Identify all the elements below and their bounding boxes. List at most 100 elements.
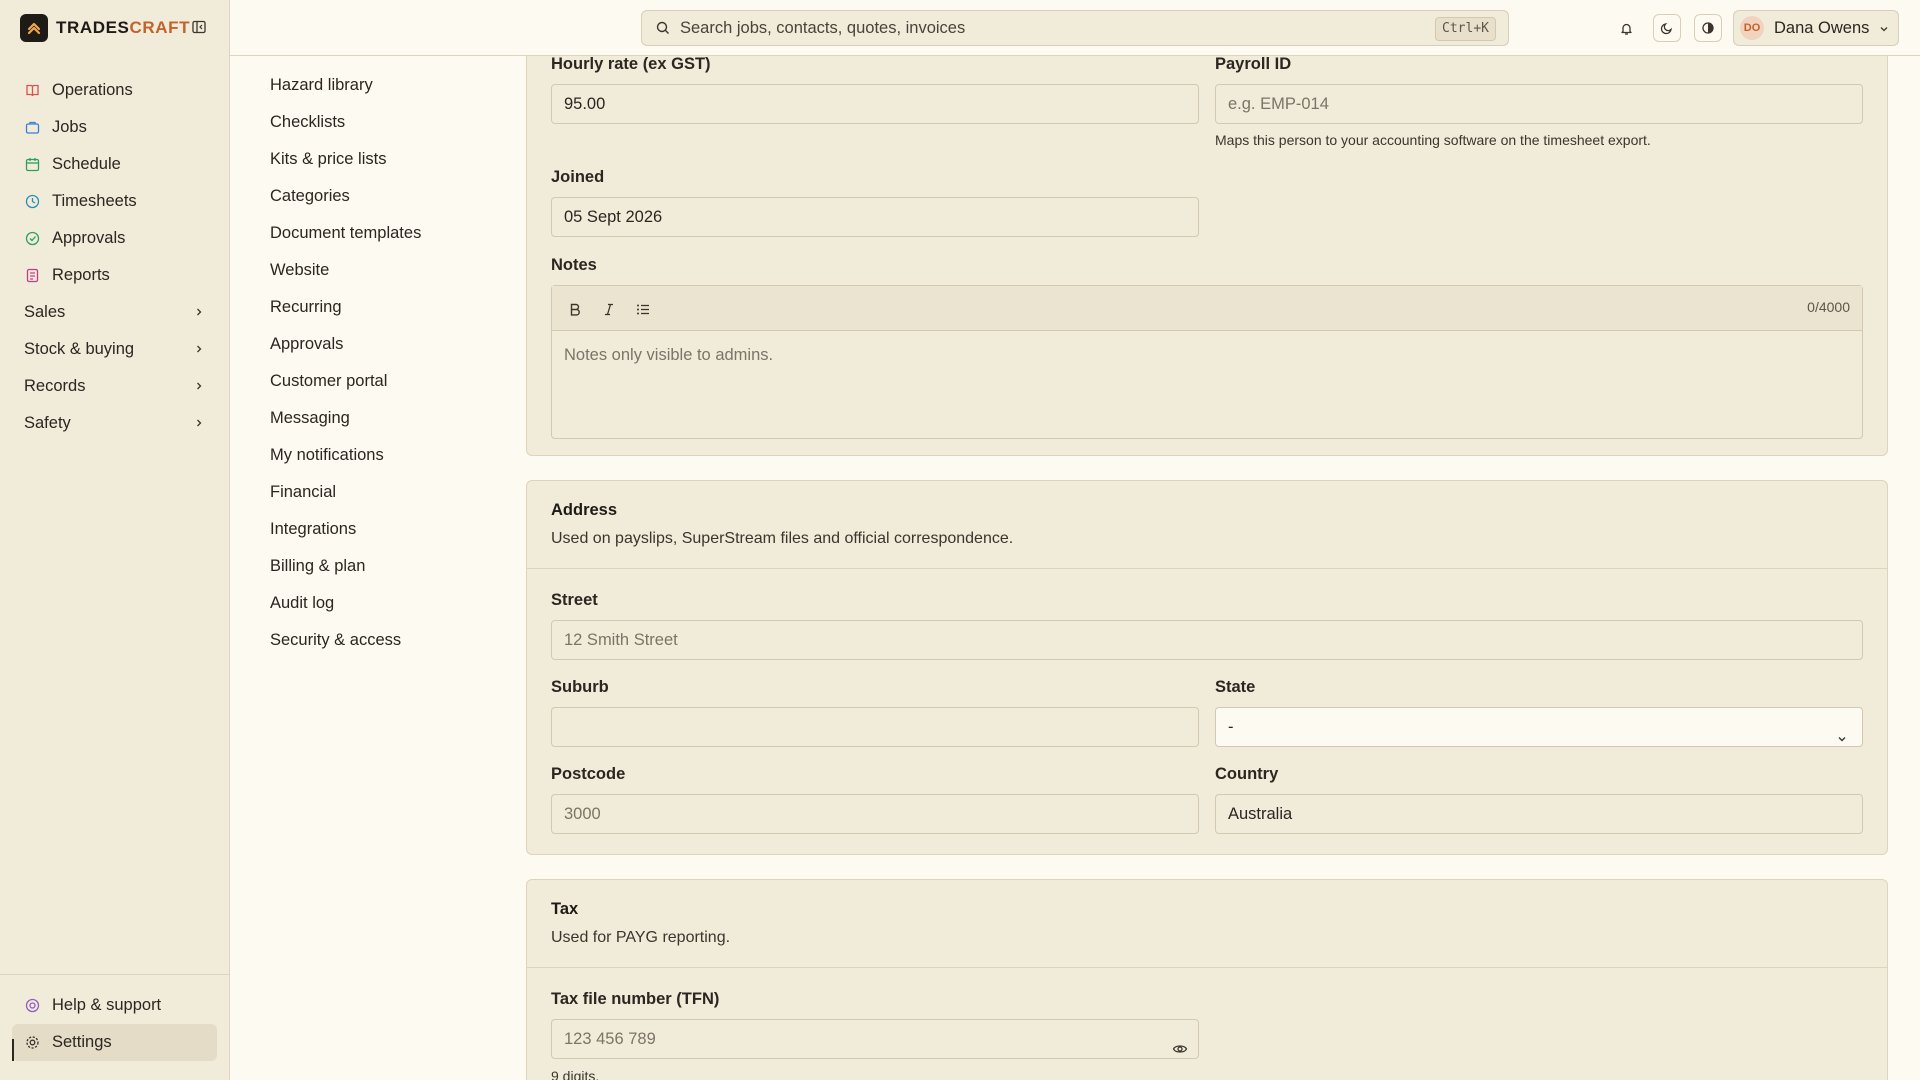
subnav-item-recurring[interactable]: Recurring <box>270 295 342 319</box>
sidebar-collapse-icon[interactable] <box>190 18 208 36</box>
payroll-id-field[interactable]: e.g. EMP-014 <box>1215 84 1863 124</box>
sidebar-item-label: Reports <box>52 266 110 284</box>
tfn-placeholder: 123 456 789 <box>564 1030 656 1048</box>
subnav-item-kits-price-lists[interactable]: Kits & price lists <box>270 147 386 171</box>
joined-date-field[interactable]: 05 Sept 2026 <box>551 197 1199 237</box>
notes-textarea[interactable]: Notes only visible to admins. <box>564 346 773 365</box>
sidebar-group-safety[interactable]: Safety <box>12 405 218 442</box>
subnav-item-approvals[interactable]: Approvals <box>270 332 343 356</box>
sidebar-item-reports[interactable]: Reports <box>12 257 218 294</box>
subnav-item-website[interactable]: Website <box>270 258 329 282</box>
chevron-down-icon <box>1836 721 1848 759</box>
payroll-id-label: Payroll ID <box>1215 55 1292 73</box>
sidebar-item-label: Jobs <box>52 118 87 136</box>
subnav-item-messaging[interactable]: Messaging <box>270 406 350 430</box>
briefcase-icon <box>24 120 40 136</box>
sidebar-group-label: Sales <box>24 303 66 321</box>
brand-name: TRADESCRAFT <box>56 18 191 37</box>
sidebar-item-label: Operations <box>52 81 133 99</box>
subnav-item-integrations[interactable]: Integrations <box>270 517 356 541</box>
bold-icon[interactable] <box>564 298 586 320</box>
contrast-icon[interactable] <box>1694 14 1722 42</box>
logo-icon <box>20 14 48 42</box>
notes-editor: 0/4000 Notes only visible to admins. <box>551 285 1863 439</box>
main-nav: Operations Jobs Schedule Timesheets Appr… <box>12 72 218 442</box>
sidebar-group-label: Stock & buying <box>24 340 135 358</box>
address-card-header: Address Used on payslips, SuperStream fi… <box>527 481 1887 569</box>
clock-icon <box>24 194 40 210</box>
sidebar-item-schedule[interactable]: Schedule <box>12 146 218 183</box>
chevron-down-icon <box>1878 22 1890 40</box>
gear-icon <box>24 1035 40 1051</box>
country-field[interactable]: Australia <box>1215 794 1863 834</box>
user-menu-button[interactable]: DO Dana Owens <box>1733 10 1899 46</box>
bullet-list-icon[interactable] <box>632 298 654 320</box>
notes-label: Notes <box>551 256 597 274</box>
subnav-item-financial[interactable]: Financial <box>270 480 336 504</box>
sidebar-item-operations[interactable]: Operations <box>12 72 218 109</box>
street-field[interactable]: 12 Smith Street <box>551 620 1863 660</box>
sidebar-group-records[interactable]: Records <box>12 368 218 405</box>
tax-card: Tax Used for PAYG reporting. Tax file nu… <box>526 879 1888 1080</box>
tfn-field[interactable]: 123 456 789 <box>551 1019 1199 1059</box>
notes-char-count: 0/4000 <box>1807 299 1850 315</box>
tax-card-header: Tax Used for PAYG reporting. <box>527 880 1887 968</box>
subnav-item-security-access[interactable]: Security & access <box>270 628 401 652</box>
shortcut-badge: Ctrl+K <box>1435 17 1496 41</box>
address-card: Address Used on payslips, SuperStream fi… <box>526 480 1888 855</box>
sidebar-group-stock-buying[interactable]: Stock & buying <box>12 331 218 368</box>
user-name: Dana Owens <box>1774 18 1870 37</box>
sidebar-item-help[interactable]: Help & support <box>12 987 217 1024</box>
subnav-item-document-templates[interactable]: Document templates <box>270 221 421 245</box>
chevron-right-icon <box>194 340 204 359</box>
settings-subnav: Hazard library Checklists Kits & price l… <box>230 0 526 1080</box>
eye-icon[interactable] <box>1172 1032 1188 1070</box>
subnav-item-customer-portal[interactable]: Customer portal <box>270 369 387 393</box>
tfn-hint: 9 digits. <box>551 1068 600 1080</box>
payroll-id-hint: Maps this person to your accounting soft… <box>1215 132 1651 148</box>
employment-card: Hourly rate (ex GST) 95.00 Payroll ID e.… <box>526 0 1888 456</box>
sidebar-item-settings[interactable]: Settings <box>12 1024 217 1061</box>
state-label: State <box>1215 678 1256 696</box>
sidebar-item-timesheets[interactable]: Timesheets <box>12 183 218 220</box>
check-circle-icon <box>24 231 40 247</box>
postcode-label: Postcode <box>551 765 626 783</box>
suburb-field[interactable] <box>551 707 1199 747</box>
calendar-icon <box>24 157 40 173</box>
italic-icon[interactable] <box>598 298 620 320</box>
sidebar-group-label: Records <box>24 377 86 395</box>
subnav-item-hazard-library[interactable]: Hazard library <box>270 73 373 97</box>
bell-icon[interactable] <box>1612 14 1640 42</box>
chevron-right-icon <box>194 414 204 433</box>
sidebar-item-jobs[interactable]: Jobs <box>12 109 218 146</box>
address-title: Address <box>551 501 618 519</box>
tax-title: Tax <box>551 900 579 918</box>
subnav-item-categories[interactable]: Categories <box>270 184 350 208</box>
hourly-rate-field[interactable]: 95.00 <box>551 84 1199 124</box>
search-icon <box>656 21 670 35</box>
sidebar-item-label: Help & support <box>52 996 162 1014</box>
postcode-field[interactable]: 3000 <box>551 794 1199 834</box>
active-indicator <box>12 1039 14 1061</box>
subnav-item-billing-plan[interactable]: Billing & plan <box>270 554 365 578</box>
report-icon <box>24 268 40 284</box>
sidebar-bottom: Help & support Settings <box>0 974 229 1080</box>
search-input[interactable]: Search jobs, contacts, quotes, invoices … <box>641 10 1509 46</box>
search-placeholder: Search jobs, contacts, quotes, invoices <box>680 18 966 37</box>
avatar: DO <box>1740 16 1764 40</box>
sidebar-group-sales[interactable]: Sales <box>12 294 218 331</box>
subnav-item-checklists[interactable]: Checklists <box>270 110 345 134</box>
suburb-label: Suburb <box>551 678 609 696</box>
subnav-item-my-notifications[interactable]: My notifications <box>270 443 384 467</box>
subnav-item-audit-log[interactable]: Audit log <box>270 591 334 615</box>
help-icon <box>24 998 40 1014</box>
sidebar-item-approvals[interactable]: Approvals <box>12 220 218 257</box>
moon-icon[interactable] <box>1653 14 1681 42</box>
chevron-right-icon <box>194 303 204 322</box>
chevron-right-icon <box>194 377 204 396</box>
tax-description: Used for PAYG reporting. <box>551 929 731 946</box>
tfn-label: Tax file number (TFN) <box>551 990 720 1008</box>
hourly-rate-label: Hourly rate (ex GST) <box>551 55 711 73</box>
state-select[interactable]: - <box>1215 707 1863 747</box>
brand[interactable]: TRADESCRAFT <box>20 14 190 42</box>
